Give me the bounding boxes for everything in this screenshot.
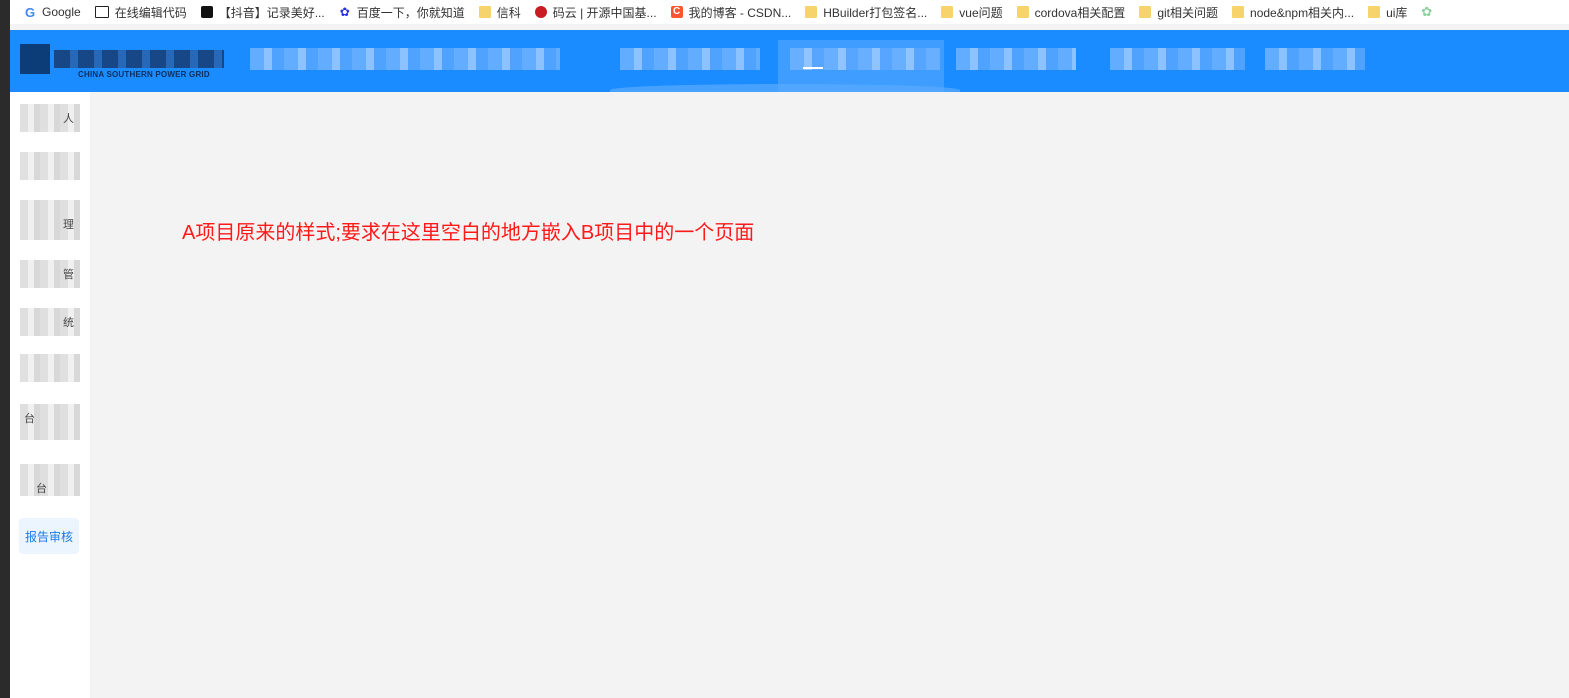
- nav-item-3[interactable]: [956, 48, 1076, 70]
- sidebar-item-label: 台: [24, 413, 35, 425]
- app-title-obscured: [250, 48, 560, 70]
- bookmark-label: ui库: [1386, 5, 1408, 20]
- bookmark-google[interactable]: G Google: [24, 5, 81, 20]
- logo-wordmark: [54, 50, 224, 68]
- sidebar-item-5[interactable]: 统: [20, 308, 80, 336]
- bookmark-vue[interactable]: vue问题: [941, 4, 1003, 21]
- bookmark-label: 码云 | 开源中国基...: [552, 5, 657, 20]
- logo-subtitle: CHINA SOUTHERN POWER GRID: [78, 70, 210, 79]
- embed-note: A项目原来的样式;要求在这里空白的地方嵌入B项目中的一个页面: [182, 222, 755, 244]
- bookmark-label: cordova相关配置: [1034, 5, 1126, 20]
- sidebar-item-2[interactable]: [20, 152, 80, 180]
- sidebar-item-label: 人: [63, 113, 74, 125]
- bookmark-label: node&npm相关内...: [1250, 5, 1355, 20]
- bookmark-douyin[interactable]: 【抖音】记录美好...: [200, 4, 325, 21]
- sidebar-item-label: 台: [36, 483, 47, 495]
- bookmark-extension[interactable]: ✿: [1421, 4, 1439, 20]
- bookmark-label: 百度一下，你就知道: [356, 5, 465, 20]
- folder-icon: [1139, 6, 1152, 18]
- window-edge: [0, 0, 10, 698]
- sidebar-item-8[interactable]: 台: [20, 464, 80, 496]
- gear-icon: ✿: [1421, 4, 1433, 19]
- sidebar-item-1[interactable]: 人: [20, 104, 80, 132]
- bookmark-online-code[interactable]: 在线编辑代码: [94, 4, 187, 21]
- square-icon: [94, 6, 109, 18]
- bookmark-git[interactable]: git相关问题: [1139, 4, 1218, 21]
- bookmark-label: 信科: [496, 5, 521, 20]
- google-icon: G: [24, 4, 36, 20]
- bookmark-cordova[interactable]: cordova相关配置: [1016, 4, 1126, 21]
- folder-icon: [478, 6, 491, 18]
- folder-icon: [1016, 6, 1029, 18]
- nav-item-1[interactable]: [620, 48, 760, 70]
- logo-mark-icon: [20, 44, 50, 74]
- folder-icon: [805, 6, 818, 18]
- bookmark-label: git相关问题: [1157, 5, 1219, 20]
- bookmark-label: Google: [42, 5, 81, 19]
- bookmark-label: 【抖音】记录美好...: [218, 5, 325, 20]
- folder-icon: [941, 6, 954, 18]
- gitee-icon: [534, 6, 547, 18]
- sidebar: 人 理 管 统 台 台 报告审核: [10, 92, 90, 698]
- folder-icon: [1232, 6, 1245, 18]
- sidebar-item-6[interactable]: [20, 354, 80, 382]
- sidebar-item-report-review[interactable]: 报告审核: [19, 518, 79, 554]
- nav-item-5[interactable]: [1265, 48, 1365, 70]
- sidebar-item-4[interactable]: 管: [20, 260, 80, 288]
- folder-icon: [1368, 6, 1381, 18]
- bookmark-label: 我的博客 - CSDN...: [688, 5, 792, 20]
- tiktok-icon: [200, 6, 213, 18]
- bookmark-xinke[interactable]: 信科: [478, 4, 521, 21]
- header-decoration: [610, 84, 960, 92]
- baidu-paw-icon: ✿: [339, 5, 350, 19]
- nav-item-4[interactable]: [1110, 48, 1245, 70]
- sidebar-item-3[interactable]: 理: [20, 200, 80, 240]
- sidebar-item-label: 管: [63, 269, 74, 281]
- csdn-icon: C: [670, 6, 683, 18]
- nav-active-indicator: [803, 67, 823, 69]
- bookmark-baidu[interactable]: ✿ 百度一下，你就知道: [339, 4, 465, 21]
- bookmark-hbuilder[interactable]: HBuilder打包签名...: [805, 4, 927, 21]
- bookmarks-bar: G Google 在线编辑代码 【抖音】记录美好... ✿ 百度一下，你就知道 …: [10, 0, 1569, 24]
- sidebar-item-label: 理: [63, 219, 74, 231]
- company-logo[interactable]: CHINA SOUTHERN POWER GRID: [20, 44, 225, 79]
- bookmark-gitee[interactable]: 码云 | 开源中国基...: [534, 4, 657, 21]
- main-content: A项目原来的样式;要求在这里空白的地方嵌入B项目中的一个页面: [90, 92, 1569, 698]
- app-header: CHINA SOUTHERN POWER GRID: [10, 30, 1569, 92]
- bookmark-label: 在线编辑代码: [114, 5, 187, 20]
- bookmark-ui-lib[interactable]: ui库: [1368, 4, 1407, 21]
- bookmark-csdn[interactable]: C 我的博客 - CSDN...: [670, 4, 792, 21]
- bookmark-label: HBuilder打包签名...: [823, 5, 928, 20]
- sidebar-item-label: 统: [63, 317, 74, 329]
- sidebar-item-7[interactable]: 台: [20, 404, 80, 440]
- bookmark-node-npm[interactable]: node&npm相关内...: [1232, 4, 1354, 21]
- bookmark-label: vue问题: [959, 5, 1003, 20]
